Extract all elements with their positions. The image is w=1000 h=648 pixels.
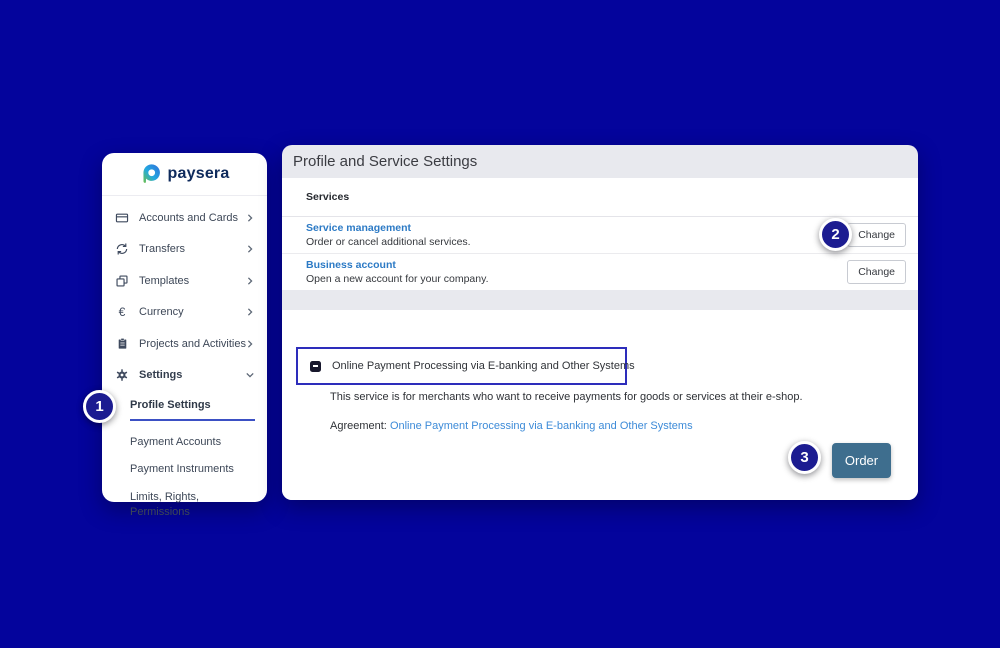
- sidebar-item-transfers[interactable]: Transfers: [102, 234, 267, 266]
- service-detail-title: Online Payment Processing via E-banking …: [332, 360, 635, 372]
- chevron-down-icon: [246, 371, 254, 379]
- sidebar-nav: Accounts and Cards Transfers: [102, 196, 267, 520]
- sidebar-item-templates[interactable]: Templates: [102, 265, 267, 297]
- service-row-description: Order or cancel additional services.: [306, 236, 471, 248]
- service-row-texts: Business account Open a new account for …: [306, 259, 489, 285]
- business-account-link[interactable]: Business account: [306, 259, 489, 271]
- chevron-right-icon: [246, 340, 254, 348]
- service-detail-highlight-box: Online Payment Processing via E-banking …: [296, 347, 627, 385]
- step-2-badge: 2: [819, 218, 852, 251]
- panel-header: Profile and Service Settings: [282, 145, 918, 178]
- sidebar-item-label: Currency: [139, 306, 184, 318]
- sidebar-item-label: Transfers: [139, 243, 185, 255]
- profile-settings-panel: Profile and Service Settings Services Se…: [282, 145, 918, 500]
- chevron-right-icon: [246, 277, 254, 285]
- change-button[interactable]: Change: [847, 223, 906, 247]
- projects-icon: [115, 337, 129, 351]
- service-detail-section: Online Payment Processing via E-banking …: [282, 310, 918, 500]
- service-row-business-account: Business account Open a new account for …: [282, 254, 918, 290]
- collapse-minus-icon[interactable]: [310, 361, 321, 372]
- service-row-texts: Service management Order or cancel addit…: [306, 222, 471, 248]
- step-3-badge: 3: [788, 441, 821, 474]
- step-1-badge: 1: [83, 390, 116, 423]
- sidebar-item-accounts-and-cards[interactable]: Accounts and Cards: [102, 202, 267, 234]
- settings-submenu: Profile Settings Payment Accounts Paymen…: [102, 391, 267, 520]
- services-label: Services: [306, 191, 349, 203]
- sidebar-item-payment-instruments[interactable]: Payment Instruments: [130, 463, 267, 475]
- order-button[interactable]: Order: [832, 443, 891, 478]
- chevron-right-icon: [246, 214, 254, 222]
- section-divider: [282, 290, 918, 310]
- page-title: Profile and Service Settings: [293, 153, 477, 170]
- chevron-right-icon: [246, 308, 254, 316]
- chevron-right-icon: [246, 245, 254, 253]
- sidebar-item-profile-settings[interactable]: Profile Settings: [130, 399, 267, 411]
- agreement-label: Agreement:: [330, 420, 387, 432]
- service-row-description: Open a new account for your company.: [306, 273, 489, 285]
- paysera-wordmark: paysera: [168, 165, 230, 183]
- currency-icon: €: [115, 305, 129, 319]
- paysera-logo[interactable]: paysera: [102, 153, 267, 196]
- sidebar-item-limits-rights-permissions[interactable]: Limits, Rights, Permissions: [130, 490, 234, 520]
- active-item-underline: [130, 419, 255, 421]
- service-management-link[interactable]: Service management: [306, 222, 471, 234]
- sidebar-item-label: Accounts and Cards: [139, 212, 238, 224]
- gear-icon: [115, 368, 129, 382]
- change-button[interactable]: Change: [847, 260, 906, 284]
- minus-bar: [313, 365, 318, 367]
- sidebar-item-label: Projects and Activities: [139, 338, 246, 350]
- sidebar-item-payment-accounts[interactable]: Payment Accounts: [130, 436, 267, 448]
- agreement-link[interactable]: Online Payment Processing via E-banking …: [390, 420, 693, 432]
- sidebar-item-settings[interactable]: Settings: [102, 360, 267, 392]
- sidebar-item-label: Templates: [139, 275, 189, 287]
- services-section-header: Services: [282, 178, 918, 217]
- templates-icon: [115, 274, 129, 288]
- sidebar-item-label: Settings: [139, 369, 182, 381]
- paysera-logo-icon: [140, 163, 162, 185]
- card-icon: [115, 211, 129, 225]
- sidebar-item-currency[interactable]: € Currency: [102, 297, 267, 329]
- agreement-row: Agreement: Online Payment Processing via…: [330, 420, 693, 432]
- transfer-icon: [115, 242, 129, 256]
- service-detail-description: This service is for merchants who want t…: [330, 391, 803, 403]
- sidebar: paysera Accounts and Cards Transfers: [102, 153, 267, 502]
- sidebar-item-projects-and-activities[interactable]: Projects and Activities: [102, 328, 267, 360]
